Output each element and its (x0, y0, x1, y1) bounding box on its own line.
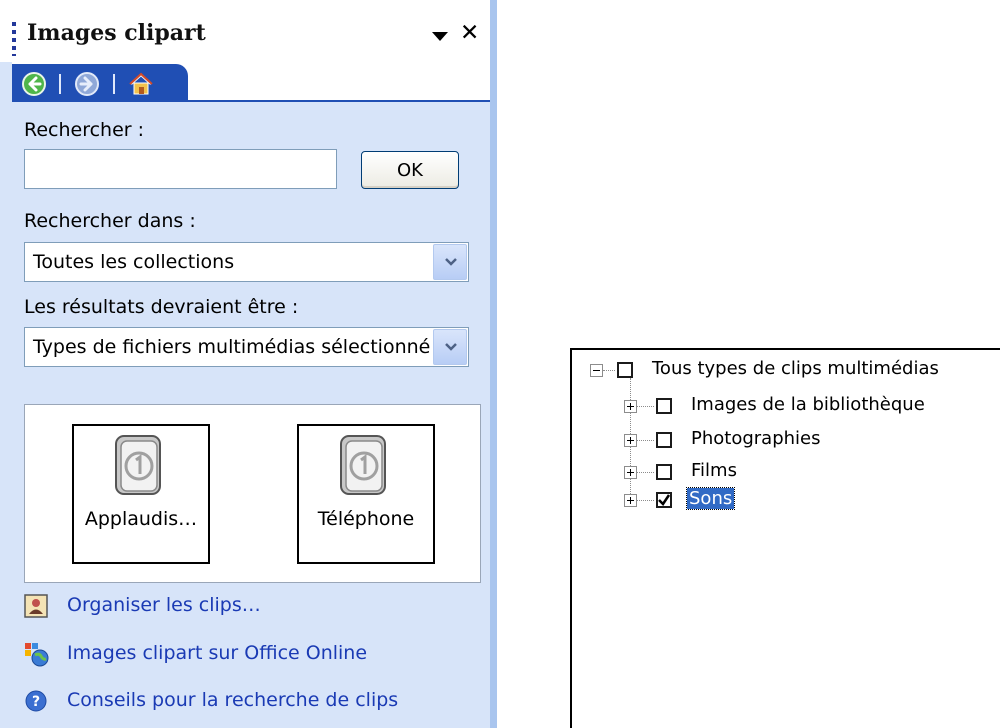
search-tips-label: Conseils pour la recherche de clips (67, 689, 399, 711)
checkmark-icon (658, 494, 671, 506)
help-icon: ? (24, 689, 48, 713)
collections-select[interactable]: Toutes les collections (24, 242, 469, 282)
films-checkbox[interactable] (656, 464, 672, 480)
pane-grip-handle[interactable] (12, 22, 16, 56)
results-area: Applaudis… Téléphone (24, 404, 481, 583)
home-icon[interactable] (128, 71, 154, 97)
result-clip-label: Applaudis… (84, 508, 198, 530)
tree-item-label: Sons (685, 487, 736, 510)
tree-connector (637, 472, 654, 473)
tree-connector (637, 406, 654, 407)
root-checkbox[interactable] (617, 362, 633, 378)
organizer-icon (24, 594, 48, 618)
close-icon[interactable]: ✕ (460, 22, 479, 45)
tree-item-label: Films (691, 460, 737, 481)
sound-clip-icon (340, 435, 386, 495)
chevron-down-icon[interactable] (433, 244, 467, 280)
sounds-checkbox[interactable] (656, 492, 672, 508)
tree-connector (603, 370, 615, 371)
pane-border (490, 0, 497, 728)
office-online-label: Images clipart sur Office Online (67, 642, 368, 664)
result-clip[interactable]: Applaudis… (72, 424, 210, 564)
images-checkbox[interactable] (656, 398, 672, 414)
pane-menu-arrow-icon[interactable] (432, 32, 448, 41)
media-types-select[interactable]: Types de fichiers multimédias sélectionn… (24, 327, 469, 367)
search-label: Rechercher : (24, 119, 145, 141)
result-clip-label: Téléphone (317, 508, 415, 530)
nav-toolbar (12, 64, 188, 102)
nav-separator (59, 74, 61, 94)
svg-text:?: ? (32, 694, 40, 710)
tree-connector (637, 500, 654, 501)
nav-separator (113, 74, 115, 94)
collapse-icon[interactable] (590, 364, 603, 377)
organize-clips-label: Organiser les clips… (67, 594, 261, 616)
media-types-select-value: Types de fichiers multimédias sélectionn… (33, 336, 431, 358)
collections-select-value: Toutes les collections (33, 251, 235, 273)
tree-connector (637, 440, 654, 441)
search-input[interactable] (24, 149, 337, 189)
tree-root-label: Tous types de clips multimédias (652, 358, 939, 379)
expand-icon[interactable] (624, 400, 637, 413)
office-online-icon (24, 642, 49, 667)
tree-item-label: Images de la bibliothèque (691, 394, 925, 415)
tree-item-label: Photographies (691, 428, 821, 449)
pane-title: Images clipart (27, 20, 206, 46)
ok-button[interactable]: OK (361, 151, 459, 189)
result-clip[interactable]: Téléphone (297, 424, 435, 564)
back-icon[interactable] (21, 71, 47, 97)
forward-icon[interactable] (74, 71, 100, 97)
sound-clip-icon (115, 435, 161, 495)
photos-checkbox[interactable] (656, 432, 672, 448)
expand-icon[interactable] (624, 466, 637, 479)
search-in-label: Rechercher dans : (24, 210, 196, 232)
expand-icon[interactable] (624, 434, 637, 447)
clipart-task-pane: Images clipart ✕ Rechercher: OK Recherc… (0, 0, 497, 728)
chevron-down-icon[interactable] (433, 329, 467, 365)
results-type-label: Les résultats devraient être : (24, 296, 299, 318)
expand-icon[interactable] (624, 494, 637, 507)
media-type-tree: Tous types de clips multimédias Images d… (570, 348, 1000, 728)
